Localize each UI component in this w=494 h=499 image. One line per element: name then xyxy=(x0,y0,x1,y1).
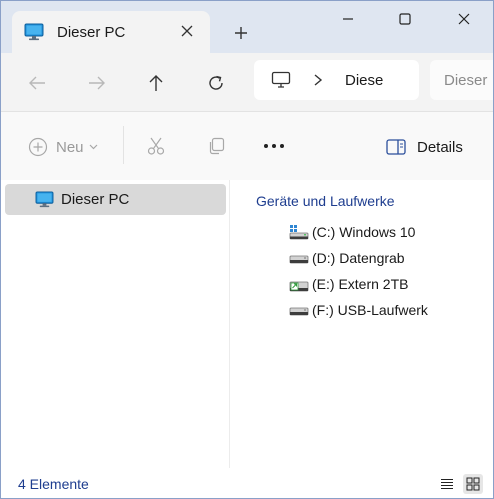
drive-item-d[interactable]: (D:) Datengrab xyxy=(289,247,405,269)
system-drive-icon xyxy=(289,225,309,240)
minimize-icon xyxy=(343,18,353,20)
arrow-left-icon xyxy=(29,76,45,90)
search-placeholder: Dieser xyxy=(444,72,488,89)
forward-button[interactable] xyxy=(82,68,112,98)
search-box[interactable]: Dieser xyxy=(430,60,493,100)
monitor-icon xyxy=(35,191,54,208)
new-tab-button[interactable] xyxy=(229,21,253,45)
tab-dieser-pc[interactable]: Dieser PC xyxy=(12,11,210,53)
drive-label: (E:) Extern 2TB xyxy=(312,276,409,292)
add-circle-icon xyxy=(28,137,48,157)
scissors-icon xyxy=(147,137,165,155)
copy-button[interactable] xyxy=(204,134,228,158)
navigation-pane: Dieser PC xyxy=(1,180,230,468)
command-separator xyxy=(123,126,124,164)
more-options-button[interactable] xyxy=(262,134,286,158)
drive-icon xyxy=(289,255,309,264)
close-icon xyxy=(181,25,193,37)
details-button[interactable]: Details xyxy=(386,136,463,158)
drive-item-e[interactable]: (E:) Extern 2TB xyxy=(289,273,408,295)
navigation-bar: Diese Dieser xyxy=(1,53,493,111)
details-view-button[interactable] xyxy=(437,474,457,494)
refresh-icon xyxy=(209,75,223,90)
monitor-icon xyxy=(24,23,44,41)
more-horizontal-icon xyxy=(264,144,284,148)
close-tab-button[interactable] xyxy=(176,20,198,42)
address-bar[interactable]: Diese xyxy=(254,60,419,100)
content-area: Dieser PC Geräte und Laufwerke (C:) Wind… xyxy=(1,180,493,468)
up-button[interactable] xyxy=(141,68,171,98)
new-button[interactable]: Neu xyxy=(28,135,98,159)
close-icon xyxy=(458,13,470,25)
sidebar-item-dieser-pc[interactable]: Dieser PC xyxy=(5,184,226,215)
drive-label: (F:) USB-Laufwerk xyxy=(312,302,428,318)
breadcrumb-current[interactable]: Diese xyxy=(345,72,383,89)
tiles-view-button[interactable] xyxy=(463,474,483,494)
chevron-down-icon xyxy=(89,144,97,150)
external-drive-icon xyxy=(289,281,309,292)
details-button-label: Details xyxy=(417,138,463,156)
monitor-outline-icon xyxy=(271,71,291,88)
details-pane-icon xyxy=(386,139,406,155)
minimize-button[interactable] xyxy=(320,1,376,37)
arrow-right-icon xyxy=(89,76,105,90)
close-window-button[interactable] xyxy=(436,1,492,37)
maximize-icon xyxy=(399,13,411,25)
drive-item-f[interactable]: (F:) USB-Laufwerk xyxy=(289,299,428,321)
grid-view-icon xyxy=(466,477,480,491)
maximize-button[interactable] xyxy=(377,1,433,37)
plus-icon xyxy=(235,27,247,39)
arrow-up-icon xyxy=(149,75,163,91)
title-bar: Dieser PC xyxy=(1,1,493,53)
back-button[interactable] xyxy=(22,68,52,98)
list-view-icon xyxy=(441,478,453,490)
drive-icon xyxy=(289,307,309,316)
group-header-devices[interactable]: Geräte und Laufwerke xyxy=(256,193,395,209)
command-bar: Neu Details xyxy=(1,112,493,180)
new-button-label: Neu xyxy=(56,138,84,156)
refresh-button[interactable] xyxy=(201,68,231,98)
cut-button[interactable] xyxy=(144,134,168,158)
chevron-right-icon xyxy=(314,74,323,86)
copy-icon xyxy=(209,137,225,155)
sidebar-item-label: Dieser PC xyxy=(61,191,130,208)
item-count: 4 Elemente xyxy=(18,476,89,492)
file-explorer-window: Dieser PC Diese Dieser Neu Details Diese… xyxy=(0,0,494,499)
status-bar: 4 Elemente xyxy=(1,468,493,498)
drive-label: (D:) Datengrab xyxy=(312,250,405,266)
drive-label: (C:) Windows 10 xyxy=(312,224,416,240)
tab-title: Dieser PC xyxy=(57,24,126,41)
drive-item-c[interactable]: (C:) Windows 10 xyxy=(289,221,415,243)
